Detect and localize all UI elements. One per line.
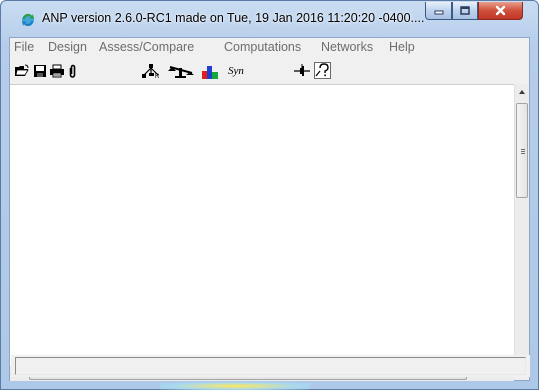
close-icon	[495, 5, 506, 16]
menu-file[interactable]: File	[14, 40, 34, 54]
help-query-icon	[315, 63, 329, 77]
synthesis-icon: Syn	[228, 65, 244, 77]
scroll-up-icon[interactable]	[519, 90, 525, 94]
maximize-button[interactable]	[452, 2, 478, 20]
attach-button[interactable]	[66, 61, 78, 81]
hierarchy-button[interactable]: R	[139, 61, 163, 81]
close-button[interactable]	[478, 2, 523, 20]
open-button[interactable]	[13, 61, 31, 81]
model-canvas[interactable]	[10, 84, 514, 367]
taskbar-highlight	[160, 382, 310, 390]
open-folder-icon	[15, 64, 29, 76]
pin-icon	[294, 64, 310, 76]
hierarchy-icon: R	[142, 64, 160, 79]
balance-scale-icon	[168, 66, 194, 78]
title-bar[interactable]: ANP version 2.6.0-RC1 made on Tue, 19 Ja…	[1, 1, 538, 37]
save-disk-icon	[33, 65, 46, 77]
client-area: File Design Assess/Compare Computations …	[9, 37, 530, 381]
pin-button[interactable]	[292, 61, 312, 81]
minimize-button[interactable]	[425, 2, 452, 20]
menu-networks[interactable]: Networks	[321, 40, 373, 54]
paperclip-icon	[69, 64, 75, 78]
menu-bar: File Design Assess/Compare Computations …	[10, 38, 529, 57]
vertical-scrollbar[interactable]	[514, 84, 529, 366]
minimize-icon	[434, 10, 443, 14]
bar-chart-icon	[202, 66, 218, 79]
synthesis-button[interactable]: Syn	[222, 61, 250, 81]
compare-button[interactable]	[166, 61, 196, 81]
menu-computations[interactable]: Computations	[224, 40, 301, 54]
app-window: ANP version 2.6.0-RC1 made on Tue, 19 Ja…	[0, 0, 539, 390]
app-logo-icon	[22, 14, 34, 27]
maximize-icon	[460, 5, 470, 15]
status-text	[15, 357, 526, 375]
save-button[interactable]	[31, 61, 48, 81]
help-button[interactable]	[314, 62, 331, 79]
menu-design[interactable]: Design	[48, 40, 87, 54]
menu-help[interactable]: Help	[389, 40, 415, 54]
menu-assess-compare[interactable]: Assess/Compare	[99, 40, 194, 54]
print-button[interactable]	[48, 61, 66, 81]
chart-button[interactable]	[200, 61, 220, 81]
print-icon	[50, 64, 64, 78]
vertical-scroll-thumb[interactable]	[516, 103, 528, 198]
status-bar	[11, 355, 530, 377]
window-title: ANP version 2.6.0-RC1 made on Tue, 19 Ja…	[42, 11, 425, 25]
toolbar: R Syn	[10, 58, 529, 84]
svg-text:R: R	[155, 74, 160, 79]
